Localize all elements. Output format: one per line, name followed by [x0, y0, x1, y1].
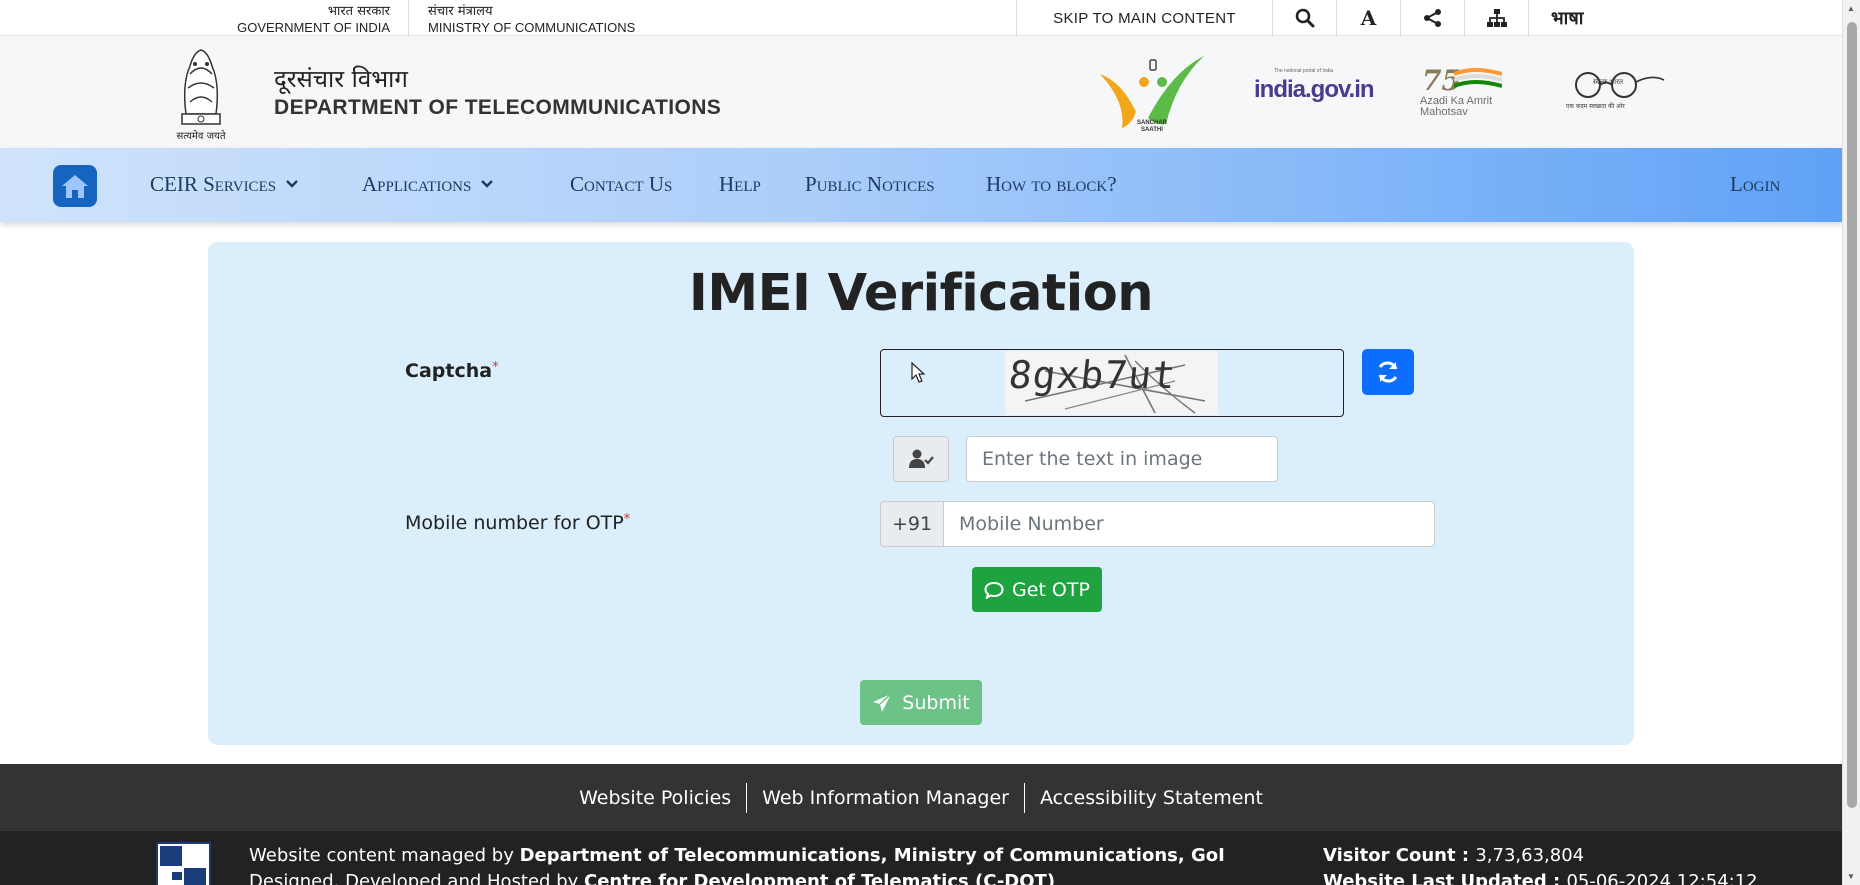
nav-ceir-services[interactable]: CEIR Services — [150, 172, 298, 197]
india-gov-text: india.gov.in — [1254, 76, 1375, 103]
chevron-down-icon — [286, 177, 298, 193]
nav-ceir-services-label: CEIR Services — [150, 172, 277, 196]
chevron-down-icon — [481, 177, 494, 193]
department-name-english: DEPARTMENT OF TELECOMMUNICATIONS — [274, 96, 722, 119]
nav-public-notices[interactable]: Public Notices — [805, 172, 935, 197]
captcha-frame: 8gxb7ut — [880, 349, 1344, 417]
department-name-hindi: दूरसंचार विभाग — [274, 65, 408, 93]
mouse-cursor-icon — [911, 362, 926, 383]
designed-prefix: Designed, Developed and Hosted by — [249, 871, 585, 885]
emblem-caption: सत्यमेव जयते — [176, 131, 226, 142]
get-otp-label: Get OTP — [1012, 578, 1090, 601]
footer-links-bar: Website Policies Web Information Manager… — [0, 764, 1842, 831]
tricolor-flag-icon — [1454, 68, 1502, 88]
main-navigation: CEIR Services Applications Contact Us He… — [0, 148, 1842, 222]
home-icon — [62, 175, 88, 198]
search-icon[interactable] — [1272, 0, 1336, 36]
required-asterisk: * — [623, 512, 631, 527]
last-updated-label: Website Last Updated : — [1323, 871, 1567, 885]
captcha-input[interactable]: Enter the text in image — [966, 436, 1278, 482]
swachh-text: स्वच्छ भारत — [1593, 78, 1623, 86]
share-icon[interactable] — [1400, 0, 1464, 36]
scrollbar-thumb[interactable] — [1847, 22, 1857, 808]
india-gov-tagline: The national portal of India — [1274, 68, 1334, 74]
captcha-label-text: Captcha — [405, 360, 493, 382]
get-otp-button[interactable]: Get OTP — [972, 567, 1102, 612]
home-button[interactable] — [53, 165, 97, 207]
comment-icon — [984, 581, 1004, 599]
government-of-india: भारत सरकार GOVERNMENT OF INDIA — [230, 4, 390, 36]
captcha-text: 8gxb7ut — [1006, 353, 1179, 397]
accessibility-statement-link[interactable]: Accessibility Statement — [1025, 787, 1278, 809]
nav-applications[interactable]: Applications — [362, 172, 494, 197]
nav-help[interactable]: Help — [719, 172, 761, 197]
divider — [408, 0, 409, 36]
submit-button[interactable]: Submit — [860, 680, 982, 725]
required-asterisk: * — [492, 360, 499, 375]
country-code-prefix: +91 — [880, 501, 944, 547]
sanchar-saathi-logo[interactable]: SANCHAR SAATHI — [1092, 52, 1212, 133]
ministry-english: MINISTRY OF COMMUNICATIONS — [428, 20, 636, 35]
national-emblem-logo: सत्यमेव जयते — [168, 44, 234, 142]
mobile-label-text: Mobile number for OTP — [405, 512, 624, 534]
designed-by-org: Centre for Development of Telematics (C-… — [584, 871, 1056, 885]
scroll-down-arrow-icon[interactable]: ▼ — [1847, 872, 1855, 881]
azadi-text: Azadi Ka Amrit Mahotsav — [1420, 95, 1493, 118]
ministry-hindi: संचार मंत्रालय — [428, 4, 493, 19]
user-check-icon — [893, 436, 949, 482]
top-utility-bar: भारत सरकार GOVERNMENT OF INDIA संचार मंत… — [0, 0, 1842, 36]
vertical-scrollbar[interactable]: ▲ ▼ — [1842, 0, 1860, 885]
page-title: IMEI Verification — [688, 264, 1154, 323]
visitor-count: Visitor Count : 3,73,63,804 — [1323, 845, 1584, 866]
swachh-tagline: एक कदम स्वच्छता की ओर — [1566, 103, 1625, 110]
skip-to-main-content-link[interactable]: SKIP TO MAIN CONTENT — [1016, 0, 1272, 36]
captcha-label: Captcha* — [405, 360, 499, 382]
mobile-label: Mobile number for OTP* — [405, 512, 630, 534]
india-gov-in-logo[interactable]: The national portal of India india.gov.i… — [1254, 66, 1375, 110]
cdot-logo — [156, 842, 211, 885]
scroll-up-arrow-icon[interactable]: ▲ — [1847, 4, 1855, 13]
managed-prefix: Website content managed by — [249, 845, 520, 866]
refresh-captcha-button[interactable] — [1362, 349, 1414, 395]
nav-how-to-block[interactable]: How to block? — [986, 172, 1117, 197]
gov-english: GOVERNMENT OF INDIA — [237, 20, 390, 35]
web-information-manager-link[interactable]: Web Information Manager — [747, 787, 1024, 809]
gov-hindi: भारत सरकार — [327, 4, 390, 19]
sanchar-saathi-text: SANCHAR SAATHI — [1137, 120, 1167, 133]
managed-by-org: Department of Telecommunications, Minist… — [519, 845, 1225, 866]
mobile-number-input[interactable]: Mobile Number — [943, 501, 1435, 547]
last-updated: Website Last Updated : 05-06-2024 12:54:… — [1323, 871, 1758, 885]
website-policies-link[interactable]: Website Policies — [564, 787, 746, 809]
nav-login[interactable]: Login — [1730, 172, 1780, 197]
visitor-count-label: Visitor Count : — [1323, 845, 1476, 866]
imei-verification-form: IMEI Verification Captcha* 8gxb7ut Enter… — [208, 242, 1634, 745]
captcha-image: 8gxb7ut — [1005, 351, 1218, 415]
language-selector[interactable]: भाषा — [1528, 0, 1648, 36]
designed-by-line: Designed, Developed and Hosted by Centre… — [249, 871, 1055, 885]
submit-label: Submit — [902, 691, 970, 714]
ministry-of-communications: संचार मंत्रालय MINISTRY OF COMMUNICATION… — [428, 4, 635, 36]
site-header: सत्यमेव जयते दूरसंचार विभाग DEPARTMENT O… — [0, 36, 1842, 148]
managed-by-line: Website content managed by Department of… — [249, 845, 1225, 866]
swachh-bharat-logo[interactable]: स्वच्छ भारत एक कदम स्वच्छता की ओर — [1566, 70, 1666, 116]
azadi-ka-amrit-mahotsav-logo[interactable]: 75 Azadi Ka Amrit Mahotsav — [1418, 64, 1516, 120]
last-updated-value: 05-06-2024 12:54:12 — [1566, 871, 1758, 885]
visitor-count-value: 3,73,63,804 — [1475, 845, 1585, 866]
nav-contact-us[interactable]: Contact Us — [570, 172, 672, 197]
footer-info: Website content managed by Department of… — [0, 831, 1842, 885]
refresh-icon — [1378, 361, 1398, 383]
paper-plane-icon — [873, 692, 892, 712]
nav-applications-label: Applications — [362, 172, 472, 196]
font-size-icon[interactable]: A — [1336, 0, 1400, 36]
sitemap-icon[interactable] — [1464, 0, 1528, 36]
